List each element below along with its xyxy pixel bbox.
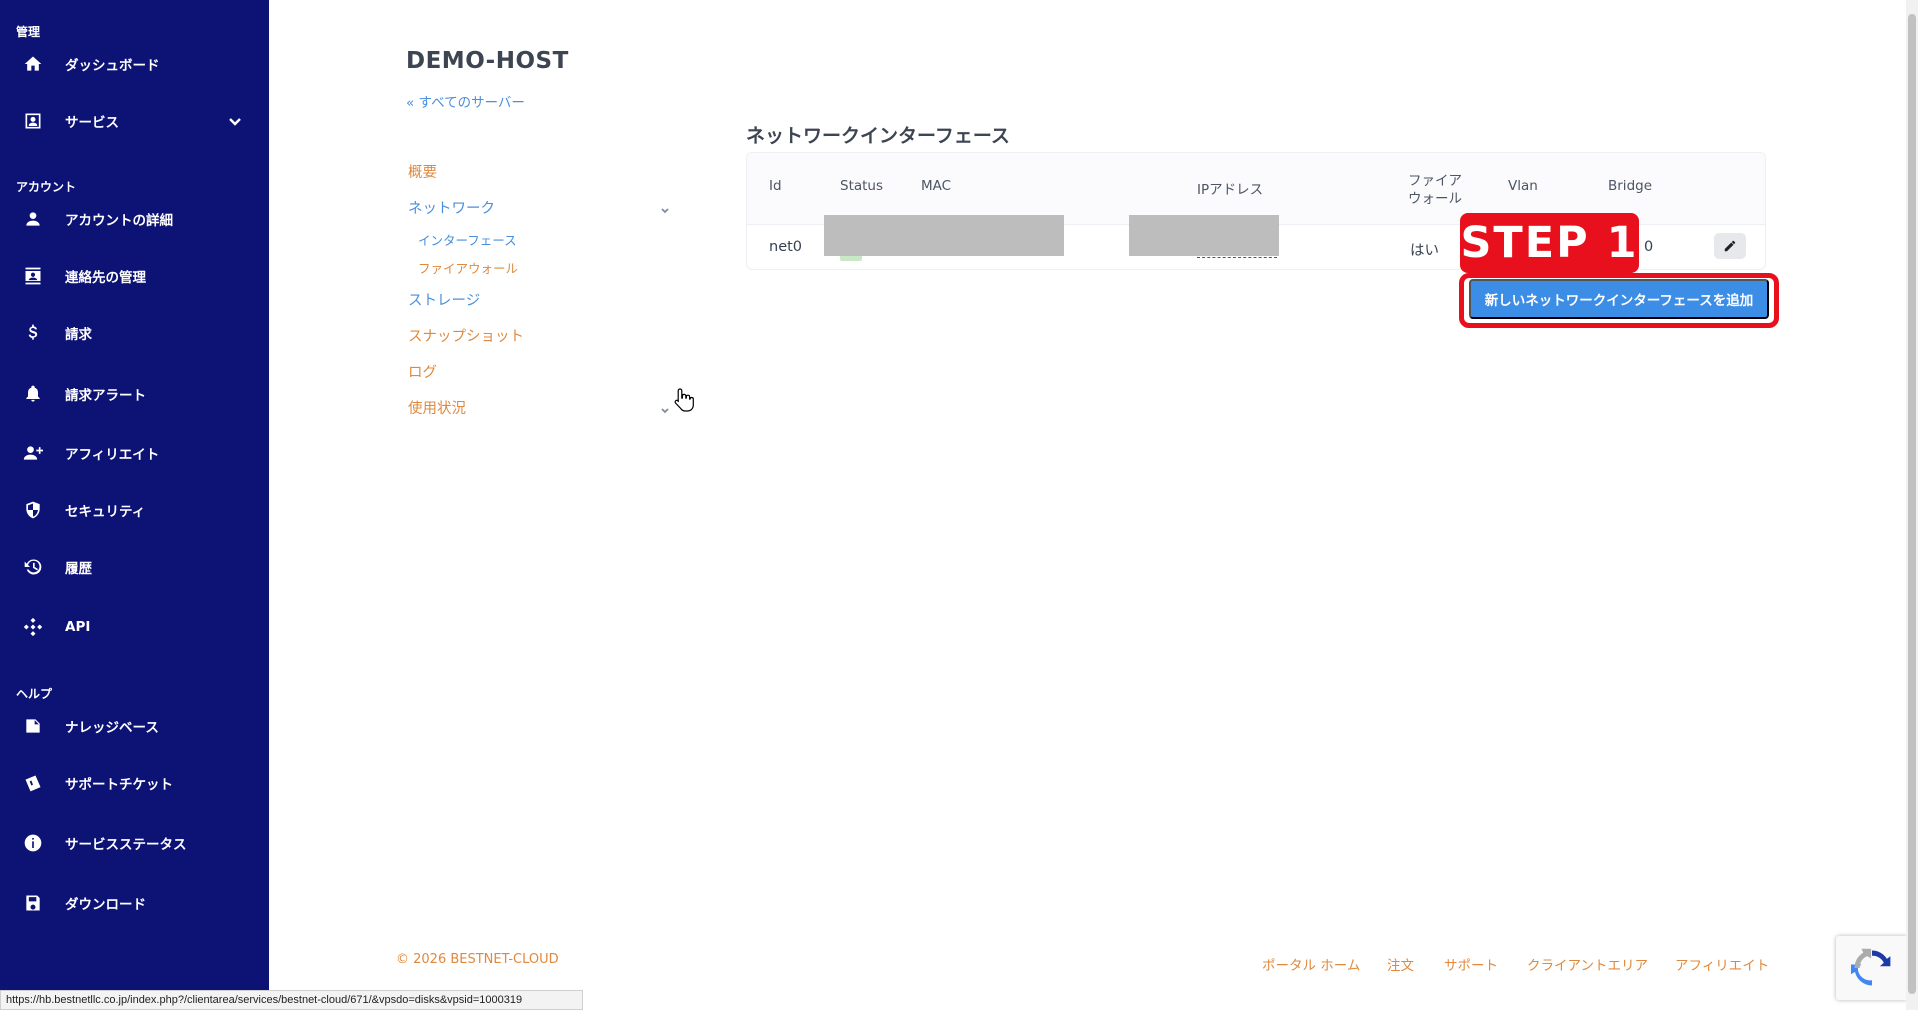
user-plus-icon (22, 442, 44, 464)
subnav-interfaces[interactable]: インターフェース (418, 230, 517, 249)
subnav-network[interactable]: ネットワーク (408, 197, 495, 218)
sidebar-item-security[interactable]: セキュリティ (0, 490, 269, 530)
footer-copyright: © 2026 BESTNET-CLOUD (396, 952, 559, 967)
history-icon (22, 556, 44, 578)
home-icon (22, 53, 44, 75)
user-icon (22, 208, 44, 230)
sidebar-section-manage: 管理 (16, 25, 41, 39)
sidebar-item-label: 請求アラート (65, 388, 146, 404)
sidebar-item-history[interactable]: 履歴 (0, 547, 269, 587)
footer-link-client-area[interactable]: クライアントエリア (1527, 954, 1648, 974)
sidebar: 管理 ダッシュボード サービス アカウント アカウントの詳細 連絡先の管理 請求… (0, 0, 269, 1010)
sidebar-item-label: API (65, 619, 91, 635)
ip-underline (1197, 257, 1277, 258)
sidebar-item-affiliate[interactable]: アフィリエイト (0, 433, 269, 473)
contacts-icon (22, 265, 44, 287)
sidebar-item-billing[interactable]: 請求 (0, 313, 269, 353)
sidebar-item-label: サービス (65, 115, 119, 131)
api-icon (22, 616, 44, 638)
recaptcha-badge[interactable] (1836, 936, 1908, 1000)
sidebar-item-label: 連絡先の管理 (65, 270, 146, 286)
column-header-firewall-line1: ファイア (1408, 173, 1462, 189)
sidebar-section-help: ヘルプ (16, 687, 53, 701)
network-interfaces-title: ネットワークインターフェース (746, 125, 1010, 147)
edit-interface-button[interactable] (1714, 233, 1746, 259)
sidebar-item-services[interactable]: サービス (0, 101, 269, 141)
footer-link-order[interactable]: 注文 (1387, 954, 1414, 974)
sidebar-item-knowledgebase[interactable]: ナレッジベース (0, 706, 269, 746)
subnav-usage[interactable]: 使用状況 (408, 397, 466, 418)
sidebar-item-contacts[interactable]: 連絡先の管理 (0, 256, 269, 296)
sidebar-item-label: 履歴 (65, 561, 92, 577)
subnav-firewall[interactable]: ファイアウォール (418, 258, 518, 277)
footer-link-portal-home[interactable]: ポータル ホーム (1262, 954, 1360, 974)
sidebar-item-label: サービスステータス (65, 837, 187, 853)
redacted-mac (824, 215, 1064, 256)
chevron-down-icon[interactable] (659, 401, 671, 414)
footer-link-support[interactable]: サポート (1444, 954, 1498, 974)
sidebar-item-service-status[interactable]: サービスステータス (0, 823, 269, 863)
column-header-mac: MAC (921, 178, 952, 194)
chevron-down-icon[interactable] (227, 113, 243, 129)
bell-icon (22, 383, 44, 405)
sidebar-item-label: ダウンロード (65, 897, 146, 913)
sidebar-section-account: アカウント (16, 180, 77, 194)
sidebar-item-downloads[interactable]: ダウンロード (0, 883, 269, 923)
subnav-logs[interactable]: ログ (408, 361, 437, 382)
info-icon (22, 832, 44, 854)
column-header-id: Id (769, 178, 782, 194)
column-header-firewall-line2: ウォール (1408, 191, 1462, 207)
services-icon (22, 110, 44, 132)
cell-firewall: はい (1410, 243, 1439, 259)
step-annotation-label: STEP 1 (1460, 213, 1639, 273)
add-network-interface-button[interactable]: 新しいネットワークインターフェースを追加 (1469, 279, 1769, 319)
hand-cursor-icon (674, 388, 694, 412)
sidebar-item-api[interactable]: API (0, 607, 269, 647)
footer-link-affiliate[interactable]: アフィリエイト (1675, 954, 1769, 974)
sidebar-item-account-details[interactable]: アカウントの詳細 (0, 199, 269, 239)
redacted-ip (1129, 215, 1279, 256)
sidebar-item-label: 請求 (65, 327, 92, 343)
sidebar-item-support-tickets[interactable]: サポートチケット (0, 763, 269, 803)
column-header-vlan: Vlan (1508, 178, 1538, 194)
sidebar-item-label: セキュリティ (65, 504, 146, 520)
subnav-overview[interactable]: 概要 (408, 161, 437, 182)
sidebar-item-label: アフィリエイト (65, 447, 160, 463)
sidebar-item-dashboard[interactable]: ダッシュボード (0, 44, 269, 84)
status-bar-url: https://hb.bestnetllc.co.jp/index.php?/c… (0, 990, 583, 1010)
dollar-icon (22, 322, 44, 344)
cell-bridge-tail: 0 (1644, 239, 1654, 255)
book-icon (22, 715, 44, 737)
column-header-status: Status (840, 178, 884, 194)
page-scrollbar[interactable] (1906, 0, 1918, 1010)
pencil-icon (1724, 240, 1736, 252)
subnav-storage[interactable]: ストレージ (408, 289, 480, 310)
sidebar-item-label: アカウントの詳細 (65, 213, 173, 229)
column-header-ip: IPアドレス (1197, 182, 1264, 198)
save-icon (22, 892, 44, 914)
sidebar-item-label: サポートチケット (65, 777, 173, 793)
ticket-icon (22, 772, 44, 794)
scrollbar-thumb[interactable] (1908, 14, 1916, 994)
cell-id: net0 (769, 239, 803, 255)
chevron-down-icon[interactable] (659, 201, 671, 214)
shield-icon (22, 499, 44, 521)
sidebar-item-label: ダッシュボード (65, 58, 160, 74)
page-title: DEMO-HOST (406, 48, 569, 74)
back-to-servers-link[interactable]: « すべてのサーバー (406, 91, 525, 111)
column-header-bridge: Bridge (1608, 178, 1653, 194)
sidebar-item-label: ナレッジベース (65, 720, 159, 736)
sidebar-item-billing-alerts[interactable]: 請求アラート (0, 374, 269, 414)
subnav-snapshots[interactable]: スナップショット (408, 325, 524, 346)
recaptcha-icon (1851, 948, 1891, 986)
